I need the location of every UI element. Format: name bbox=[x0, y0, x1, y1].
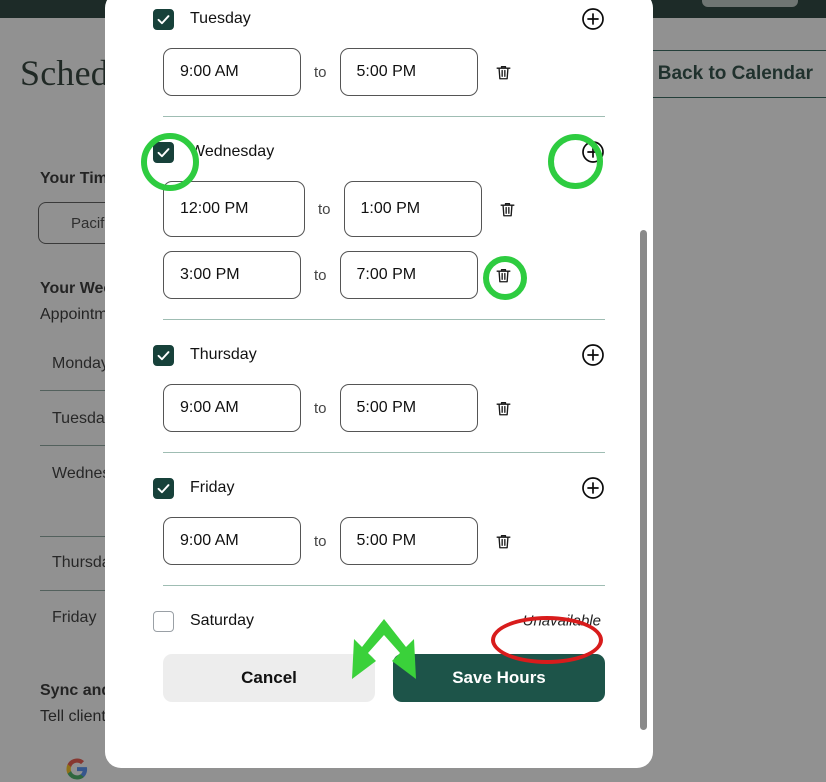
plus-circle-icon[interactable] bbox=[581, 476, 605, 500]
start-time-select[interactable]: 9:00 AM bbox=[163, 517, 301, 565]
end-time-select[interactable]: 5:00 PM bbox=[339, 517, 478, 565]
to-label: to bbox=[318, 200, 331, 218]
modal-footer: Cancel Save Hours bbox=[153, 636, 605, 702]
day-block-thursday: Thursday 9:00 AM to 5:00 PM bbox=[153, 320, 605, 453]
end-time-select[interactable]: 5:00 PM bbox=[339, 384, 478, 432]
edit-hours-modal: Tuesday 9:00 AM to 5:00 PM Wednesday 12:… bbox=[105, 0, 653, 768]
end-time-select[interactable]: 5:00 PM bbox=[339, 48, 478, 96]
trash-icon[interactable] bbox=[494, 61, 514, 83]
checkbox-wednesday[interactable] bbox=[153, 141, 174, 163]
day-block-friday: Friday 9:00 AM to 5:00 PM bbox=[153, 453, 605, 586]
save-hours-button[interactable]: Save Hours bbox=[393, 654, 605, 702]
checkbox-thursday[interactable] bbox=[153, 344, 174, 366]
time-slot-row: 3:00 PM to 7:00 PM bbox=[153, 251, 605, 299]
trash-icon[interactable] bbox=[494, 397, 514, 419]
plus-circle-icon[interactable] bbox=[581, 140, 605, 164]
time-slot-row: 9:00 AM to 5:00 PM bbox=[153, 384, 605, 432]
checkbox-tuesday[interactable] bbox=[153, 8, 174, 30]
day-block-wednesday: Wednesday 12:00 PM to 1:00 PM 3:00 PM to… bbox=[153, 117, 605, 320]
to-label: to bbox=[314, 266, 327, 284]
trash-icon[interactable] bbox=[494, 264, 514, 286]
day-label-friday: Friday bbox=[190, 479, 235, 496]
app-screen: Schedule Back to Calendar Your Time Zone… bbox=[0, 0, 826, 782]
to-label: to bbox=[314, 399, 327, 417]
day-header-thursday: Thursday bbox=[153, 340, 605, 370]
end-time-select[interactable]: 1:00 PM bbox=[343, 181, 482, 237]
plus-circle-icon[interactable] bbox=[581, 7, 605, 31]
start-time-select[interactable]: 9:00 AM bbox=[163, 48, 301, 96]
checkbox-friday[interactable] bbox=[153, 477, 174, 499]
day-header-friday: Friday bbox=[153, 473, 605, 503]
cancel-button[interactable]: Cancel bbox=[163, 654, 375, 702]
modal-scroll-area[interactable]: Tuesday 9:00 AM to 5:00 PM Wednesday 12:… bbox=[105, 0, 653, 768]
checkbox-saturday[interactable] bbox=[153, 610, 174, 632]
day-label-wednesday: Wednesday bbox=[190, 143, 275, 160]
day-label-tuesday: Tuesday bbox=[190, 10, 251, 27]
unavailable-status: Unavailable bbox=[522, 612, 601, 630]
to-label: to bbox=[314, 63, 327, 81]
day-header-tuesday: Tuesday bbox=[153, 4, 605, 34]
time-slot-row: 9:00 AM to 5:00 PM bbox=[153, 517, 605, 565]
modal-scrollbar-thumb[interactable] bbox=[640, 230, 647, 730]
day-label-saturday: Saturday bbox=[190, 612, 255, 629]
time-slot-row: 12:00 PM to 1:00 PM bbox=[153, 181, 605, 237]
start-time-select[interactable]: 3:00 PM bbox=[163, 251, 301, 299]
to-label: to bbox=[314, 532, 327, 550]
start-time-select[interactable]: 9:00 AM bbox=[163, 384, 301, 432]
start-time-select[interactable]: 12:00 PM bbox=[163, 181, 305, 237]
end-time-select[interactable]: 7:00 PM bbox=[339, 251, 478, 299]
day-label-thursday: Thursday bbox=[190, 346, 257, 363]
day-header-saturday: Saturday Unavailable bbox=[153, 606, 605, 636]
day-block-saturday: Saturday Unavailable bbox=[153, 586, 605, 636]
time-slot-row: 9:00 AM to 5:00 PM bbox=[153, 48, 605, 96]
day-block-tuesday: Tuesday 9:00 AM to 5:00 PM bbox=[153, 0, 605, 117]
trash-icon[interactable] bbox=[498, 198, 518, 220]
day-header-wednesday: Wednesday bbox=[153, 137, 605, 167]
plus-circle-icon[interactable] bbox=[581, 343, 605, 367]
trash-icon[interactable] bbox=[494, 530, 514, 552]
